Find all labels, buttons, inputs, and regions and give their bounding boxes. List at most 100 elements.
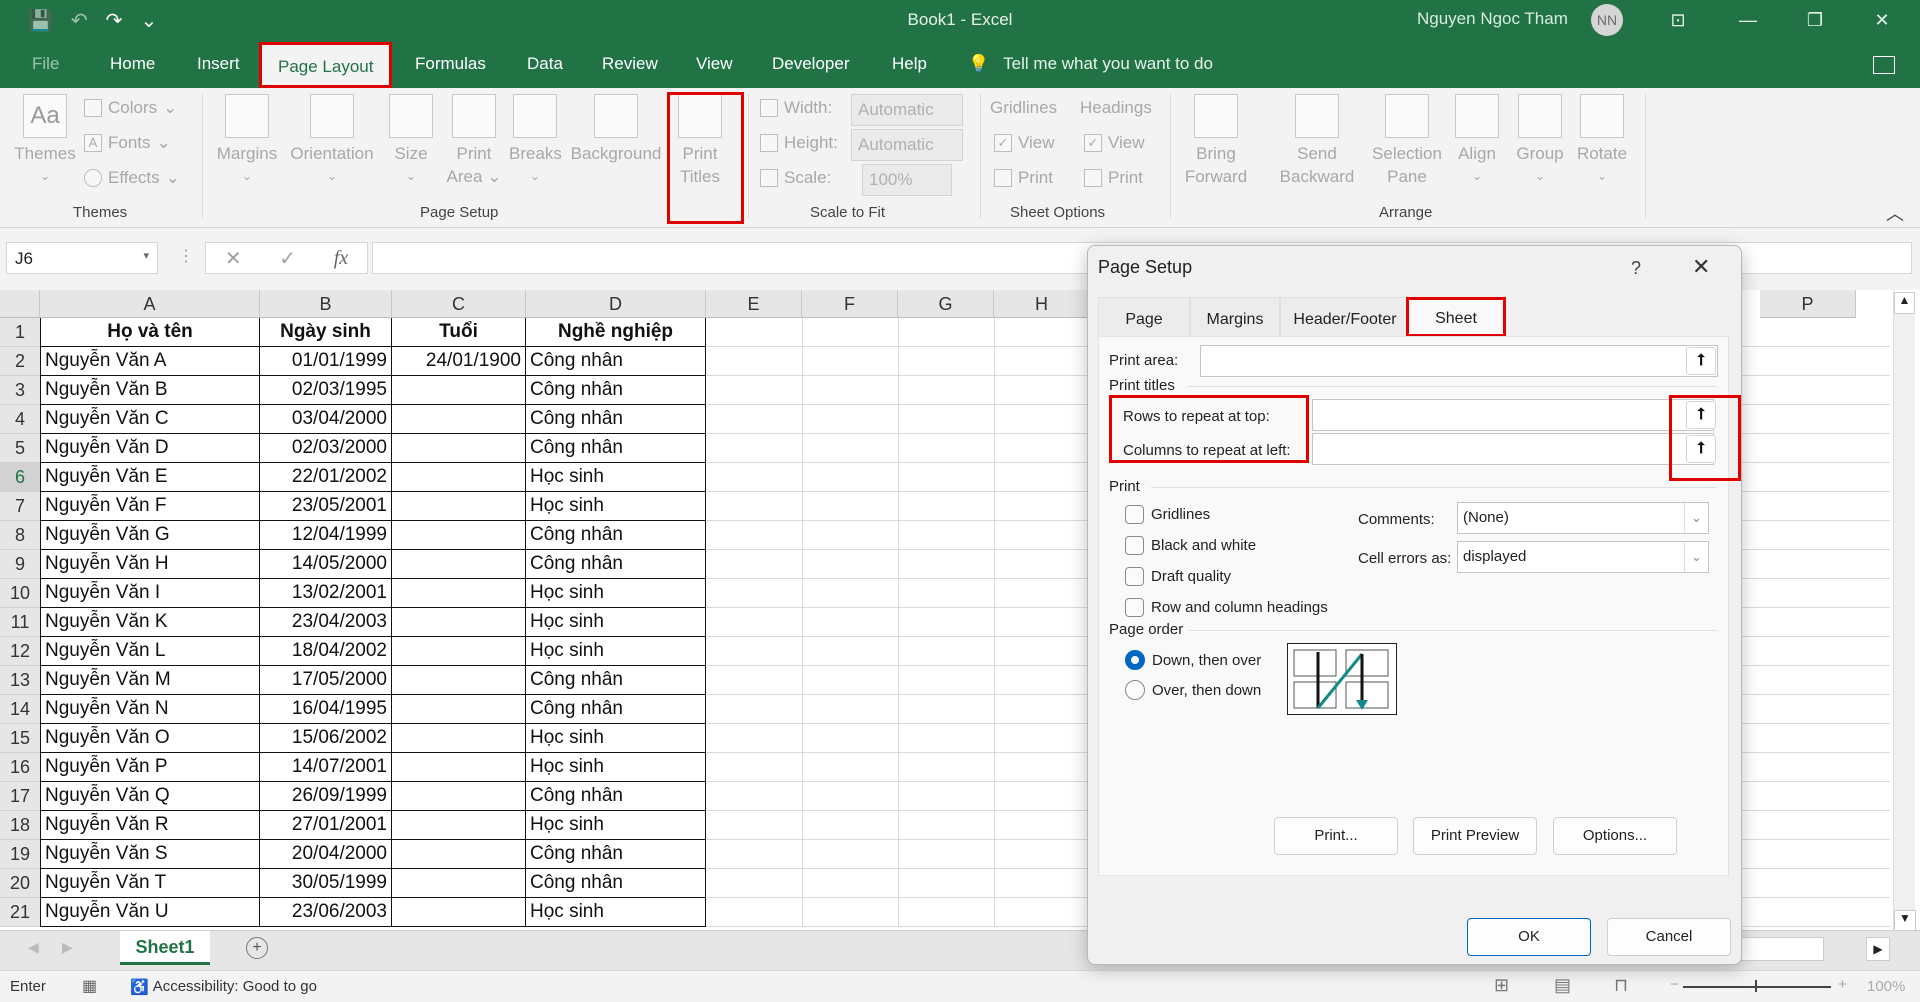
dialog-tab-header-footer[interactable]: Header/Footer [1280, 297, 1410, 337]
row-header[interactable]: 4 [0, 405, 40, 434]
table-cell[interactable]: Công nhân [526, 347, 706, 376]
table-cell[interactable]: Nguyễn Văn D [40, 434, 260, 463]
tab-page-layout[interactable]: Page Layout [259, 42, 393, 88]
table-cell[interactable]: 14/05/2000 [260, 550, 392, 579]
help-icon[interactable]: ? [1631, 258, 1641, 279]
table-cell[interactable]: 26/09/1999 [260, 782, 392, 811]
column-header-c[interactable]: C [392, 290, 526, 318]
tab-file[interactable]: File [28, 54, 63, 74]
width-dropdown[interactable]: Automatic [851, 94, 963, 126]
next-sheet-icon[interactable]: ▶ [62, 939, 73, 956]
table-cell[interactable]: Nguyễn Văn K [40, 608, 260, 637]
gridlines-checkbox[interactable]: Gridlines [1125, 505, 1210, 524]
ok-button[interactable]: OK [1467, 918, 1591, 956]
table-cell[interactable]: Học sinh [526, 492, 706, 521]
row-header[interactable]: 14 [0, 695, 40, 724]
table-cell[interactable]: Nguyễn Văn P [40, 753, 260, 782]
redo-icon[interactable]: ↷ [106, 8, 123, 33]
row-header[interactable]: 8 [0, 521, 40, 550]
black-white-checkbox[interactable]: Black and white [1125, 536, 1256, 555]
print-button[interactable]: Print... [1274, 817, 1398, 855]
table-cell[interactable]: Công nhân [526, 666, 706, 695]
print-preview-button[interactable]: Print Preview [1413, 817, 1537, 855]
column-header-g[interactable]: G [898, 290, 994, 318]
header-cell[interactable]: Họ và tên [40, 318, 260, 347]
size-button[interactable]: Size ⌄ [388, 94, 434, 188]
table-cell[interactable]: Nguyễn Văn E [40, 463, 260, 492]
background-button[interactable]: Background [566, 94, 666, 165]
table-cell[interactable]: Công nhân [526, 405, 706, 434]
row-header[interactable]: 2 [0, 347, 40, 376]
table-cell[interactable]: Công nhân [526, 550, 706, 579]
themes-button[interactable]: Aa Themes ⌄ [14, 94, 76, 188]
scroll-down-icon[interactable]: ▼ [1894, 910, 1916, 932]
row-header[interactable]: 3 [0, 376, 40, 405]
over-then-down-radio[interactable]: Over, then down [1125, 680, 1261, 700]
table-cell[interactable]: 01/01/1999 [260, 347, 392, 376]
customize-qat-icon[interactable]: ⌄ [140, 8, 157, 33]
table-cell[interactable] [392, 521, 526, 550]
table-cell[interactable]: Nguyễn Văn A [40, 347, 260, 376]
tab-view[interactable]: View [692, 54, 737, 74]
close-icon[interactable]: ✕ [1692, 254, 1710, 280]
table-cell[interactable] [392, 579, 526, 608]
page-layout-view-icon[interactable]: ▤ [1554, 975, 1571, 996]
tab-home[interactable]: Home [106, 54, 159, 74]
row-header[interactable]: 13 [0, 666, 40, 695]
fonts-button[interactable]: A Fonts ⌄ [84, 133, 171, 153]
row-header[interactable]: 21 [0, 898, 40, 927]
dialog-tab-sheet[interactable]: Sheet [1406, 297, 1506, 337]
table-cell[interactable]: 12/04/1999 [260, 521, 392, 550]
ribbon-display-icon[interactable]: ⊡ [1658, 4, 1698, 36]
tell-me-search[interactable]: 💡 Tell me what you want to do [968, 54, 1213, 74]
table-cell[interactable]: 14/07/2001 [260, 753, 392, 782]
restore-icon[interactable]: ❐ [1795, 4, 1835, 36]
table-cell[interactable]: 27/01/2001 [260, 811, 392, 840]
scroll-up-icon[interactable]: ▲ [1894, 292, 1915, 314]
table-cell[interactable]: Nguyễn Văn I [40, 579, 260, 608]
rows-repeat-input[interactable] [1312, 399, 1714, 431]
table-cell[interactable] [392, 782, 526, 811]
zoom-level[interactable]: 100% [1867, 978, 1905, 995]
tab-review[interactable]: Review [598, 54, 662, 74]
undo-icon[interactable]: ↶ [71, 8, 88, 33]
table-cell[interactable]: Học sinh [526, 608, 706, 637]
table-cell[interactable]: 15/06/2002 [260, 724, 392, 753]
close-icon[interactable]: ✕ [1862, 4, 1902, 36]
table-cell[interactable]: 17/05/2000 [260, 666, 392, 695]
row-header[interactable]: 9 [0, 550, 40, 579]
breaks-button[interactable]: Breaks ⌄ [509, 94, 562, 188]
table-cell[interactable] [392, 492, 526, 521]
height-dropdown[interactable]: Automatic [851, 129, 963, 161]
table-cell[interactable]: 23/06/2003 [260, 898, 392, 927]
table-cell[interactable] [392, 811, 526, 840]
table-cell[interactable]: Nguyễn Văn C [40, 405, 260, 434]
table-cell[interactable]: 18/04/2002 [260, 637, 392, 666]
table-cell[interactable]: Công nhân [526, 869, 706, 898]
minimize-icon[interactable]: — [1728, 4, 1768, 36]
accessibility-status[interactable]: ♿ Accessibility: Good to go [130, 978, 317, 996]
align-button[interactable]: Align ⌄ [1452, 94, 1502, 188]
table-cell[interactable]: 23/04/2003 [260, 608, 392, 637]
zoom-slider-thumb[interactable] [1755, 980, 1757, 992]
row-header[interactable]: 7 [0, 492, 40, 521]
table-cell[interactable]: Học sinh [526, 579, 706, 608]
header-cell[interactable]: Nghề nghiệp [526, 318, 706, 347]
table-cell[interactable]: Nguyễn Văn N [40, 695, 260, 724]
table-cell[interactable] [392, 898, 526, 927]
tab-developer[interactable]: Developer [768, 54, 854, 74]
table-cell[interactable] [392, 405, 526, 434]
cancel-icon[interactable]: ✕ [225, 246, 242, 271]
row-header[interactable]: 15 [0, 724, 40, 753]
tab-formulas[interactable]: Formulas [411, 54, 490, 74]
send-backward-button[interactable]: Send Backward [1272, 94, 1362, 188]
colors-button[interactable]: Colors ⌄ [84, 98, 177, 118]
table-cell[interactable] [392, 434, 526, 463]
draft-quality-checkbox[interactable]: Draft quality [1125, 567, 1231, 586]
enter-icon[interactable]: ✓ [279, 246, 296, 271]
table-cell[interactable] [392, 550, 526, 579]
table-cell[interactable]: Học sinh [526, 463, 706, 492]
normal-view-icon[interactable]: ⊞ [1494, 975, 1509, 996]
headings-print-checkbox[interactable]: Print [1084, 168, 1143, 188]
column-header-b[interactable]: B [260, 290, 392, 318]
